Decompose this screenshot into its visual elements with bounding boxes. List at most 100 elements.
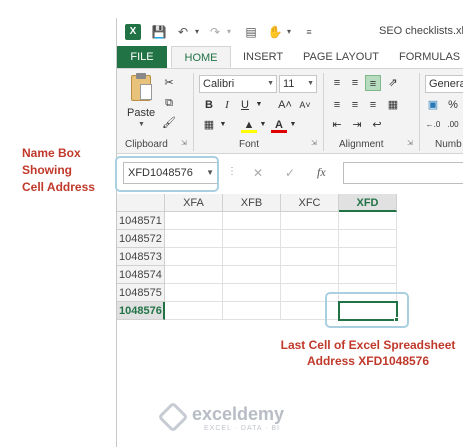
cell-xfa1048574[interactable] [165, 266, 223, 284]
annotation-line: Last Cell of Excel Spreadsheet [280, 338, 456, 352]
font-color-dropdown-icon[interactable]: ▼ [285, 117, 301, 133]
row-header[interactable]: 1048572 [117, 230, 165, 248]
tab-insert[interactable]: INSERT [243, 46, 283, 68]
tab-page-layout[interactable]: PAGE LAYOUT [303, 46, 379, 68]
cell-xfb1048571[interactable] [223, 212, 281, 230]
form-icon[interactable]: ▤ [243, 24, 259, 40]
cell-xfb1048574[interactable] [223, 266, 281, 284]
excel-window: X 💾 ↶ ▾ ↷ ▾ ▤ ✋ ▾ ≡ SEO checklists.xlsx … [116, 18, 463, 447]
increase-indent-icon[interactable]: ⇥ [349, 117, 365, 133]
cell-xfb1048573[interactable] [223, 248, 281, 266]
wrap-text-icon[interactable]: ↩ [369, 117, 385, 133]
font-name-value: Calibri [203, 78, 235, 90]
cell-xfa1048571[interactable] [165, 212, 223, 230]
format-painter-icon[interactable]: 🖌 [161, 115, 177, 131]
copy-icon[interactable]: ⧉ [161, 95, 177, 111]
cell-xfd1048574[interactable] [339, 266, 397, 284]
number-format-value: Genera [429, 78, 463, 90]
grow-font-button[interactable]: A˄ [277, 97, 293, 113]
group-divider [419, 73, 420, 151]
chevron-down-icon: ▼ [267, 80, 274, 87]
merge-center-icon[interactable]: ▦ [385, 97, 401, 113]
undo-dropdown-icon[interactable]: ▾ [189, 24, 205, 40]
column-header-xfc[interactable]: XFC [281, 194, 339, 212]
orientation-icon[interactable]: ⇗ [385, 75, 401, 91]
column-header-xfd[interactable]: XFD [339, 194, 397, 212]
insert-function-icon[interactable]: fx [317, 165, 326, 180]
fill-color-dropdown-icon[interactable]: ▼ [255, 117, 271, 133]
underline-dropdown-icon[interactable]: ▼ [251, 97, 267, 113]
cut-icon[interactable]: ✂ [161, 75, 177, 91]
select-all-corner[interactable] [117, 194, 165, 212]
number-group-label: Numb [435, 139, 462, 150]
cell-xfd1048571[interactable] [339, 212, 397, 230]
column-header-xfb[interactable]: XFB [223, 194, 281, 212]
cell-xfd1048572[interactable] [339, 230, 397, 248]
font-size-combo[interactable]: 11 ▼ [279, 75, 317, 93]
watermark-tagline: EXCEL · DATA · BI [204, 425, 280, 432]
paste-label: Paste [127, 107, 156, 119]
tab-formulas[interactable]: FORMULAS [399, 46, 460, 68]
align-left-icon[interactable]: ≡ [329, 97, 345, 113]
tab-home[interactable]: HOME [171, 46, 231, 68]
cell-xfa1048576[interactable] [165, 302, 223, 320]
cancel-entry-icon[interactable]: ✕ [253, 166, 263, 180]
cell-xfa1048572[interactable] [165, 230, 223, 248]
font-launcher-icon[interactable]: ⇲ [311, 140, 319, 148]
paste-button[interactable]: Paste ▼ [125, 73, 157, 135]
row-header[interactable]: 1048571 [117, 212, 165, 230]
annotation-line: Name Box [22, 146, 81, 160]
increase-decimal-icon[interactable]: ←.0 [425, 117, 441, 133]
font-size-value: 11 [283, 78, 295, 90]
clipboard-launcher-icon[interactable]: ⇲ [181, 140, 189, 148]
cell-xfc1048572[interactable] [281, 230, 339, 248]
group-divider [323, 73, 324, 151]
decrease-indent-icon[interactable]: ⇤ [329, 117, 345, 133]
tab-file[interactable]: FILE [117, 46, 167, 68]
align-bottom-icon[interactable]: ≡ [365, 75, 381, 91]
cell-xfb1048572[interactable] [223, 230, 281, 248]
annotation-line: Address XFD1048576 [306, 354, 430, 368]
row-header[interactable]: 1048573 [117, 248, 165, 266]
column-header-xfa[interactable]: XFA [165, 194, 223, 212]
percent-format-icon[interactable]: % [445, 97, 461, 113]
formula-input[interactable] [343, 162, 463, 184]
alignment-group-label: Alignment [339, 139, 384, 150]
ribbon: Paste ▼ ✂ ⧉ 🖌 Clipboard ⇲ Calibri ▼ 11 ▼… [117, 68, 463, 154]
title-bar: X 💾 ↶ ▾ ↷ ▾ ▤ ✋ ▾ ≡ SEO checklists.xlsx [117, 18, 463, 46]
row-header-active[interactable]: 1048576 [117, 302, 165, 320]
cell-xfc1048571[interactable] [281, 212, 339, 230]
font-name-combo[interactable]: Calibri ▼ [199, 75, 277, 93]
cell-xfb1048575[interactable] [223, 284, 281, 302]
cell-xfc1048573[interactable] [281, 248, 339, 266]
row-header[interactable]: 1048574 [117, 266, 165, 284]
align-right-icon[interactable]: ≡ [365, 97, 381, 113]
ribbon-tabs: FILE HOME INSERT PAGE LAYOUT FORMULAS [117, 46, 463, 68]
touch-dropdown-icon[interactable]: ▾ [281, 24, 297, 40]
cell-xfd1048573[interactable] [339, 248, 397, 266]
clipboard-group-label: Clipboard [125, 139, 168, 150]
last-cell-annotation: Last Cell of Excel Spreadsheet Address X… [276, 338, 460, 368]
align-center-icon[interactable]: ≡ [347, 97, 363, 113]
row-header[interactable]: 1048575 [117, 284, 165, 302]
decrease-decimal-icon[interactable]: .00 [445, 117, 461, 133]
bold-button[interactable]: B [201, 97, 217, 113]
align-middle-icon[interactable]: ≡ [347, 75, 363, 91]
cell-xfb1048576[interactable] [223, 302, 281, 320]
alignment-launcher-icon[interactable]: ⇲ [407, 140, 415, 148]
align-top-icon[interactable]: ≡ [329, 75, 345, 91]
accounting-format-icon[interactable]: ▣ [425, 97, 441, 113]
borders-dropdown-icon[interactable]: ▼ [215, 117, 231, 133]
number-format-combo[interactable]: Genera [425, 75, 463, 93]
confirm-entry-icon[interactable]: ✓ [285, 166, 295, 180]
paste-dropdown-icon: ▼ [138, 121, 145, 128]
save-icon[interactable]: 💾 [151, 24, 167, 40]
cell-xfc1048574[interactable] [281, 266, 339, 284]
shrink-font-button[interactable]: A˅ [297, 97, 313, 113]
redo-dropdown-icon[interactable]: ▾ [221, 24, 237, 40]
cell-xfa1048573[interactable] [165, 248, 223, 266]
italic-button[interactable]: I [219, 97, 235, 113]
window-title: SEO checklists.xlsx [379, 25, 463, 37]
customize-icon[interactable]: ≡ [301, 24, 317, 40]
cell-xfa1048575[interactable] [165, 284, 223, 302]
